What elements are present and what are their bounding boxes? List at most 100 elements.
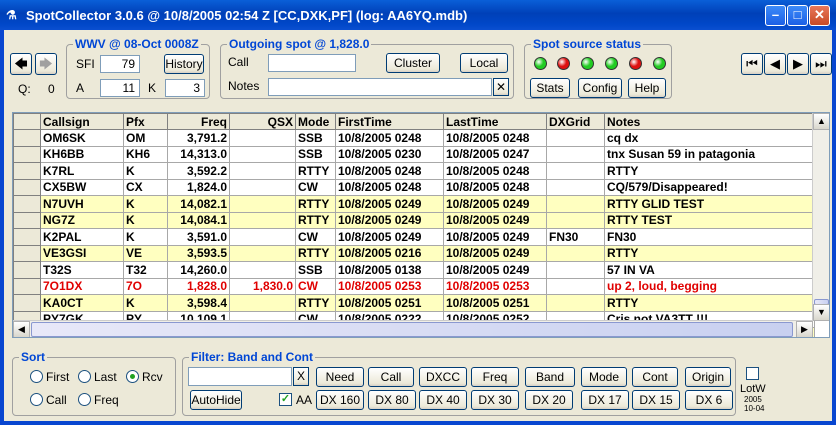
cell-notes: 57 IN VA — [604, 261, 815, 279]
spot-grid[interactable]: Callsign Pfx Freq QSX Mode FirstTime Las… — [12, 112, 830, 338]
triangle-left-icon: ◀ — [770, 56, 780, 71]
forward-arrow-button[interactable]: 🡆 — [35, 53, 57, 75]
sort-radio-last[interactable] — [78, 370, 91, 383]
filter-dxcc-button[interactable]: DXCC — [419, 367, 467, 387]
row-selector[interactable] — [13, 228, 41, 246]
help-button[interactable]: Help — [628, 78, 666, 98]
spot-source-led-5[interactable] — [629, 57, 642, 70]
col-header-qsx[interactable]: QSX — [229, 113, 296, 130]
next-record-button[interactable]: ▶ — [787, 53, 809, 75]
filter-freq-button[interactable]: Freq — [471, 367, 519, 387]
filter-dx30-button[interactable]: DX 30 — [471, 390, 519, 410]
row-selector[interactable] — [13, 211, 41, 229]
table-row[interactable]: K7RL K 3,592.2 RTTY 10/8/2005 0248 10/8/2005 … — [13, 162, 815, 180]
history-button[interactable]: History — [164, 54, 204, 74]
cell-mode: RTTY — [295, 211, 336, 229]
previous-record-button[interactable]: ◀ — [764, 53, 786, 75]
row-selector[interactable] — [13, 145, 41, 163]
scroll-up-button[interactable]: ▲ — [813, 113, 829, 130]
filter-need-button[interactable]: Need — [316, 367, 364, 387]
table-row[interactable]: NG7Z K 14,084.1 RTTY 10/8/2005 0249 10/8/2005… — [13, 211, 815, 229]
row-selector[interactable] — [13, 129, 41, 147]
col-header-mode[interactable]: Mode — [295, 113, 336, 130]
cell-mode: SSB — [295, 129, 336, 147]
close-button[interactable]: ✕ — [809, 5, 830, 26]
filter-dx80-button[interactable]: DX 80 — [368, 390, 416, 410]
col-header-pfx[interactable]: Pfx — [123, 113, 168, 130]
cell-grid — [546, 162, 605, 180]
col-header-freq[interactable]: Freq — [167, 113, 230, 130]
first-record-button[interactable]: ⏮ — [741, 53, 763, 75]
sort-radio-rcv[interactable] — [126, 370, 139, 383]
filter-text-input[interactable] — [188, 367, 292, 386]
cell-grid — [546, 145, 605, 163]
table-row[interactable]: 7O1DX 7O 1,828.0 1,830.0 CW 10/8/2005 0253 10/… — [13, 277, 815, 295]
scroll-down-button[interactable]: ▼ — [813, 304, 829, 321]
table-row[interactable]: K2PAL K 3,591.0 CW 10/8/2005 0249 10/8/2005 0… — [13, 228, 815, 246]
table-row[interactable]: CX5BW CX 1,824.0 CW 10/8/2005 0248 10/8/2005 … — [13, 178, 815, 196]
minimize-button[interactable]: – — [765, 5, 786, 26]
spot-source-led-2[interactable] — [557, 57, 570, 70]
table-row[interactable]: KH6BB KH6 14,313.0 SSB 10/8/2005 0230 10/8/20… — [13, 145, 815, 163]
col-header-lasttime[interactable]: LastTime — [443, 113, 547, 130]
clear-notes-button[interactable]: ✕ — [493, 78, 509, 96]
table-row[interactable]: VE3GSI VE 3,593.5 RTTY 10/8/2005 0216 10/8/20… — [13, 244, 815, 262]
filter-dx20-button[interactable]: DX 20 — [525, 390, 573, 410]
horizontal-scroll-thumb[interactable] — [31, 322, 793, 337]
spot-source-led-1[interactable] — [534, 57, 547, 70]
filter-mode-button[interactable]: Mode — [581, 367, 627, 387]
stats-button[interactable]: Stats — [530, 78, 570, 98]
back-arrow-button[interactable]: 🡄 — [10, 53, 32, 75]
row-selector[interactable] — [13, 244, 41, 262]
row-selector[interactable] — [13, 195, 41, 213]
filter-dx40-button[interactable]: DX 40 — [419, 390, 467, 410]
grid-horizontal-scrollbar[interactable]: ◀ ▶ — [13, 320, 813, 337]
col-header-notes[interactable]: Notes — [604, 113, 815, 130]
lotw-year: 2005 — [744, 395, 762, 404]
config-button[interactable]: Config — [578, 78, 622, 98]
sort-radio-freq[interactable] — [78, 393, 91, 406]
row-selector[interactable] — [13, 261, 41, 279]
local-button[interactable]: Local — [460, 53, 508, 73]
col-header-dxgrid[interactable]: DXGrid — [546, 113, 605, 130]
row-selector[interactable] — [13, 162, 41, 180]
scroll-right-button[interactable]: ▶ — [796, 321, 813, 337]
filter-dx15-button[interactable]: DX 15 — [632, 390, 680, 410]
outgoing-notes-input[interactable] — [268, 78, 492, 96]
spot-source-led-4[interactable] — [605, 57, 618, 70]
maximize-button[interactable]: □ — [787, 5, 808, 26]
filter-dx160-button[interactable]: DX 160 — [316, 390, 364, 410]
sort-radio-first[interactable] — [30, 370, 43, 383]
table-row[interactable]: KA0CT K 3,598.4 RTTY 10/8/2005 0251 10/8/2005… — [13, 294, 815, 312]
cell-pfx: K — [123, 162, 168, 180]
col-header-callsign[interactable]: Callsign — [40, 113, 124, 130]
filter-clear-button[interactable]: X — [293, 367, 309, 386]
row-selector[interactable] — [13, 178, 41, 196]
filter-call-button[interactable]: Call — [368, 367, 414, 387]
cluster-button[interactable]: Cluster — [386, 53, 440, 73]
spot-source-led-3[interactable] — [581, 57, 594, 70]
sort-radio-call[interactable] — [30, 393, 43, 406]
scroll-left-button[interactable]: ◀ — [13, 321, 30, 337]
last-record-button[interactable]: ⏭ — [810, 53, 832, 75]
title-bar[interactable]: ⚗ SpotCollector 3.0.6 @ 10/8/2005 02:54 … — [0, 0, 836, 30]
col-header-firsttime[interactable]: FirstTime — [335, 113, 444, 130]
cell-first: 10/8/2005 0253 — [335, 277, 444, 295]
filter-dx6-button[interactable]: DX 6 — [685, 390, 733, 410]
row-selector[interactable] — [13, 294, 41, 312]
table-row[interactable]: N7UVH K 14,082.1 RTTY 10/8/2005 0249 10/8/200… — [13, 195, 815, 213]
autohide-button[interactable]: AutoHide — [190, 390, 242, 410]
aa-checkbox[interactable]: ✓ — [279, 393, 292, 406]
table-row[interactable]: OM6SK OM 3,791.2 SSB 10/8/2005 0248 10/8/2005… — [13, 129, 815, 147]
row-selector[interactable] — [13, 277, 41, 295]
filter-cont-button[interactable]: Cont — [632, 367, 678, 387]
grid-vertical-scrollbar[interactable]: ▲ ▼ — [812, 113, 829, 321]
spot-source-led-6[interactable] — [653, 57, 666, 70]
lotw-checkbox[interactable] — [746, 367, 759, 380]
table-row[interactable]: T32S T32 14,260.0 SSB 10/8/2005 0138 10/8/200… — [13, 261, 815, 279]
filter-dx17-button[interactable]: DX 17 — [581, 390, 629, 410]
outgoing-call-input[interactable] — [268, 54, 356, 72]
filter-band-button[interactable]: Band — [525, 367, 575, 387]
cell-mode: SSB — [295, 261, 336, 279]
filter-origin-button[interactable]: Origin — [685, 367, 731, 387]
